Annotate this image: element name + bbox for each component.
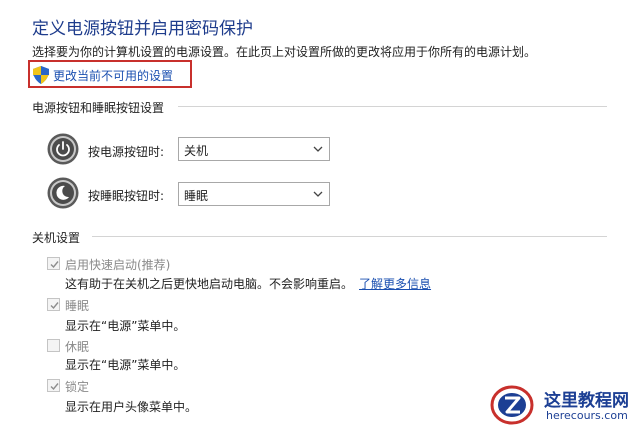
shutdown-section-title: 关机设置 <box>32 231 81 245</box>
hibernate-menu-label: 休眠 <box>65 340 90 354</box>
lock-menu-checkbox[interactable] <box>47 379 60 392</box>
watermark: 这里教程网 herecours.com <box>490 382 635 428</box>
uac-shield-icon <box>33 66 49 84</box>
fast-startup-checkbox[interactable] <box>47 257 60 270</box>
power-section-title: 电源按钮和睡眠按钮设置 <box>32 101 165 115</box>
learn-more-link[interactable]: 了解更多信息 <box>359 277 431 291</box>
watermark-url: herecours.com <box>546 409 628 422</box>
fast-startup-description: 这有助于在关机之后更快地启动电脑。不会影响重启。 了解更多信息 <box>65 277 432 291</box>
watermark-logo-icon <box>490 385 534 425</box>
hibernate-menu-checkbox[interactable] <box>47 339 60 352</box>
power-button-select[interactable]: 关机 <box>178 137 330 161</box>
lock-menu-description: 显示在用户头像菜单中。 <box>65 400 198 414</box>
checkmark-icon <box>50 383 59 391</box>
sleep-menu-checkbox[interactable] <box>47 298 60 311</box>
checkmark-icon <box>50 302 59 310</box>
sleep-menu-label: 睡眠 <box>65 299 90 313</box>
power-button-icon <box>47 133 79 165</box>
chevron-down-icon <box>313 146 323 152</box>
change-settings-highlight: 更改当前不可用的设置 <box>28 60 192 88</box>
page-description: 选择要为你的计算机设置的电源设置。在此页上对设置所做的更改将应用于你所有的电源计… <box>32 45 537 59</box>
lock-menu-label: 锁定 <box>65 380 90 394</box>
change-unavailable-settings-link[interactable]: 更改当前不可用的设置 <box>53 67 173 84</box>
sleep-button-label: 按睡眠按钮时: <box>88 189 165 203</box>
page-title: 定义电源按钮并启用密码保护 <box>32 19 253 39</box>
sleep-button-icon <box>47 177 79 209</box>
fast-startup-label: 启用快速启动(推荐) <box>65 258 171 272</box>
sleep-button-select-value: 睡眠 <box>184 189 209 203</box>
sleep-menu-description: 显示在“电源”菜单中。 <box>65 319 186 333</box>
watermark-name: 这里教程网 <box>544 391 629 411</box>
power-section-divider <box>178 106 607 107</box>
checkmark-icon <box>50 261 59 269</box>
power-button-label: 按电源按钮时: <box>88 145 165 159</box>
hibernate-menu-description: 显示在“电源”菜单中。 <box>65 358 186 372</box>
shutdown-section-divider <box>92 236 607 237</box>
chevron-down-icon <box>313 191 323 197</box>
power-button-select-value: 关机 <box>184 144 209 158</box>
sleep-button-select[interactable]: 睡眠 <box>178 182 330 206</box>
